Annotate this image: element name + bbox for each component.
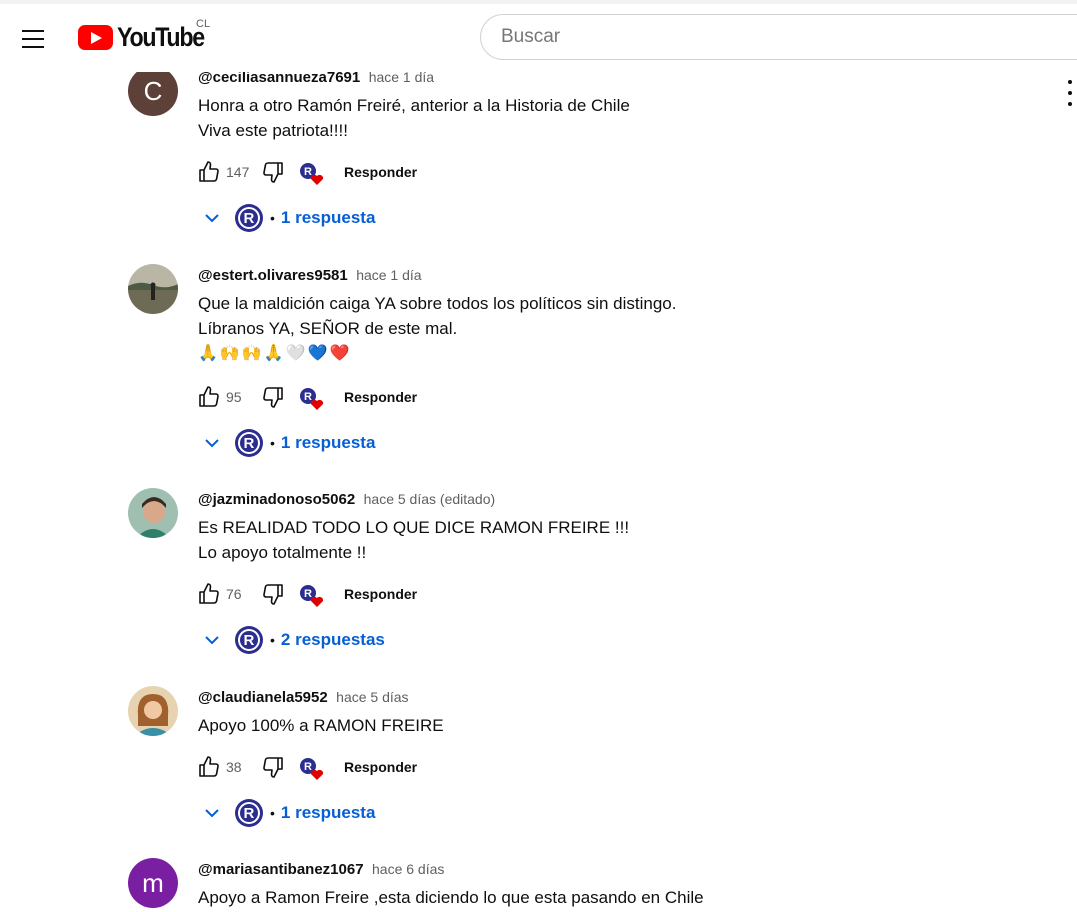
separator-dot: • [270, 805, 275, 821]
comment-actions: 95 R Responder [196, 383, 417, 411]
comment-body: @claudianela5952 hace 5 días Apoyo 100% … [198, 687, 444, 738]
like-count: 76 [226, 586, 242, 602]
creator-heart-icon: R [298, 159, 328, 185]
comment-author[interactable]: @estert.olivares9581 [198, 267, 348, 284]
avatar[interactable] [128, 686, 178, 736]
comment-actions: 147 R Responder [196, 158, 417, 186]
avatar[interactable]: m [128, 858, 178, 908]
svg-text:R: R [304, 761, 312, 773]
creator-heart-icon: R [298, 754, 328, 780]
avatar[interactable] [128, 264, 178, 314]
reply-count: 2 respuestas [280, 630, 385, 649]
comment-body: @mariasantibanez1067 hace 6 días Apoyo a… [198, 859, 704, 910]
comment-line: Es REALIDAD TODO LO QUE DICE RAMON FREIR… [198, 518, 630, 537]
like-count: 95 [226, 389, 242, 405]
comment-actions: 38 R Responder [196, 753, 417, 781]
avatar[interactable]: C [128, 66, 178, 116]
separator-dot: • [270, 632, 275, 648]
comment-text: Honra a otro Ramón Freiré, anterior a la… [198, 93, 630, 143]
comment-actions: 76 R Responder [196, 580, 417, 608]
comment-body: @estert.olivares9581 hace 1 día Que la m… [198, 265, 676, 366]
reply-count: 1 respuesta [280, 433, 376, 452]
comment-body: @jazminadonoso5062 hace 5 días (editado)… [198, 489, 629, 565]
top-divider [0, 0, 1077, 4]
comment-time[interactable]: hace 1 día [356, 267, 421, 283]
more-options-icon[interactable] [1064, 80, 1076, 106]
dislike-icon[interactable] [260, 159, 286, 185]
comment-text: Apoyo a Ramon Freire ,esta diciendo lo q… [198, 885, 704, 910]
play-icon [78, 25, 113, 50]
comment-time[interactable]: hace 6 días [372, 861, 444, 877]
comment-author[interactable]: @mariasantibanez1067 [198, 861, 364, 878]
reply-button[interactable]: Responder [344, 759, 417, 775]
like-icon[interactable] [196, 754, 222, 780]
comment-author[interactable]: @claudianela5952 [198, 689, 328, 706]
comment-line: Apoyo a Ramon Freire ,esta diciendo lo q… [198, 888, 704, 907]
svg-text:R: R [304, 391, 312, 403]
reply-button[interactable]: Responder [344, 389, 417, 405]
comment-text: Que la maldición caiga YA sobre todos lo… [198, 291, 676, 366]
svg-text:R: R [304, 166, 312, 178]
comment-text: Apoyo 100% a RAMON FREIRE [198, 713, 444, 738]
like-icon[interactable] [196, 384, 222, 410]
comment-line: Honra a otro Ramón Freiré, anterior a la… [198, 96, 630, 115]
comment-text: Es REALIDAD TODO LO QUE DICE RAMON FREIR… [198, 515, 629, 565]
like-icon[interactable] [196, 581, 222, 607]
comment-author[interactable]: @jazminadonoso5062 [198, 491, 355, 508]
dislike-icon[interactable] [260, 581, 286, 607]
creator-avatar-icon: R [234, 798, 264, 828]
comment-time[interactable]: hace 5 días [336, 689, 408, 705]
chevron-down-icon [200, 431, 224, 455]
reply-count: 1 respuesta [280, 208, 376, 227]
view-replies-button[interactable]: R • 1 respuesta [200, 427, 375, 459]
reply-count: 1 respuesta [280, 803, 376, 822]
logo-wordmark: YouTube [117, 22, 205, 52]
country-code: CL [196, 18, 211, 30]
search-input[interactable] [480, 14, 1077, 60]
creator-heart-icon: R [298, 384, 328, 410]
reply-button[interactable]: Responder [344, 586, 417, 602]
comment-body: @ceciliasannueza7691 hace 1 día Honra a … [198, 67, 630, 143]
comment-line: Líbranos YA, SEÑOR de este mal. [198, 319, 458, 338]
like-count: 38 [226, 759, 242, 775]
view-replies-button[interactable]: R • 1 respuesta [200, 797, 375, 829]
dislike-icon[interactable] [260, 384, 286, 410]
comment-time[interactable]: hace 5 días (editado) [364, 491, 496, 507]
view-replies-button[interactable]: R • 2 respuestas [200, 624, 385, 656]
separator-dot: • [270, 210, 275, 226]
svg-text:R: R [304, 588, 312, 600]
svg-text:R: R [244, 210, 255, 227]
svg-text:R: R [244, 805, 255, 822]
separator-dot: • [270, 435, 275, 451]
svg-text:R: R [244, 435, 255, 452]
comment-line: Que la maldición caiga YA sobre todos lo… [198, 294, 677, 313]
comment-line: Lo apoyo totalmente !! [198, 543, 367, 562]
creator-avatar-icon: R [234, 428, 264, 458]
comment-emoji: 🙏🙌🙌🙏🤍💙❤️ [198, 345, 352, 362]
comment-line: Apoyo 100% a RAMON FREIRE [198, 716, 444, 735]
creator-avatar-icon: R [234, 625, 264, 655]
creator-heart-icon: R [298, 581, 328, 607]
like-count: 147 [226, 164, 250, 180]
svg-text:R: R [244, 632, 255, 649]
menu-icon[interactable] [14, 22, 52, 56]
chevron-down-icon [200, 628, 224, 652]
view-replies-button[interactable]: R • 1 respuesta [200, 202, 375, 234]
chevron-down-icon [200, 206, 224, 230]
avatar[interactable] [128, 488, 178, 538]
dislike-icon[interactable] [260, 754, 286, 780]
creator-avatar-icon: R [234, 203, 264, 233]
reply-button[interactable]: Responder [344, 164, 417, 180]
chevron-down-icon [200, 801, 224, 825]
masthead: YouTube CL [0, 0, 1077, 72]
like-icon[interactable] [196, 159, 222, 185]
comment-line: Viva este patriota!!!! [198, 121, 348, 140]
